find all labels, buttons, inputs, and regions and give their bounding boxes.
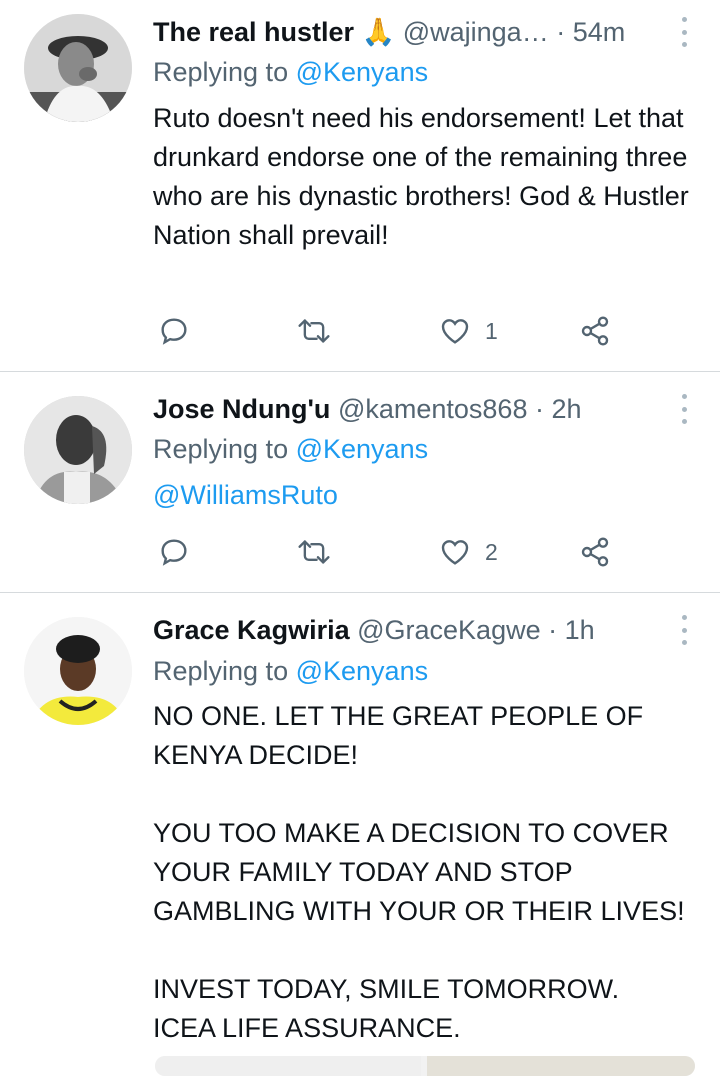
avatar[interactable] (24, 617, 132, 725)
handle[interactable]: @wajinga… (403, 17, 549, 47)
share-button[interactable] (579, 311, 611, 351)
tweet-text: Ruto doesn't need his endorsement! Let t… (153, 103, 697, 250)
more-vertical-icon[interactable] (676, 394, 692, 424)
tweet-actions: 2 (0, 532, 720, 572)
praying-hands-emoji: 🙏 (361, 17, 396, 47)
replying-to: Replying to @Kenyans (153, 656, 429, 686)
reply-icon (161, 539, 187, 566)
tweet-header: Grace Kagwiria @GraceKagwe · 1h (153, 610, 660, 650)
tweet-actions: 1 (0, 311, 720, 351)
tweet-3[interactable]: Grace Kagwiria @GraceKagwe · 1h Replying… (0, 593, 720, 1066)
reply-button[interactable] (158, 532, 190, 572)
replying-to: Replying to @Kenyans (153, 434, 429, 464)
timestamp[interactable]: · 54m (556, 17, 625, 47)
heart-icon (441, 319, 469, 344)
reply-button[interactable] (158, 311, 190, 351)
display-name[interactable]: Grace Kagwiria (153, 615, 350, 645)
avatar[interactable] (24, 396, 132, 504)
like-count: 2 (485, 538, 498, 565)
tweet-header: Jose Ndung'u @kamentos868 · 2h (153, 389, 660, 429)
share-icon (581, 537, 609, 567)
replying-to-mention[interactable]: @Kenyans (296, 434, 428, 464)
tweet-1[interactable]: The real hustler 🙏 @wajinga… · 54m Reply… (0, 0, 720, 372)
share-button[interactable] (579, 532, 611, 572)
display-name[interactable]: The real hustler (153, 17, 354, 47)
tweet-text: NO ONE. LET THE GREAT PEOPLE OF KENYA DE… (153, 701, 685, 1043)
display-name[interactable]: Jose Ndung'u (153, 394, 330, 424)
retweet-button[interactable] (297, 311, 331, 351)
tweet-header: The real hustler 🙏 @wajinga… · 54m (153, 12, 660, 52)
avatar[interactable] (24, 14, 132, 122)
heart-icon (441, 540, 469, 565)
like-button[interactable]: 2 (439, 532, 498, 572)
tweet-2[interactable]: Jose Ndung'u @kamentos868 · 2h Replying … (0, 372, 720, 592)
retweet-button[interactable] (297, 532, 331, 572)
handle[interactable]: @kamentos868 (338, 394, 528, 424)
replying-to: Replying to @Kenyans (153, 57, 429, 87)
like-button[interactable]: 1 (439, 311, 498, 351)
replying-to-mention[interactable]: @Kenyans (296, 57, 428, 87)
more-vertical-icon[interactable] (676, 17, 692, 47)
tweet-mention-link[interactable]: @WilliamsRuto (153, 476, 696, 515)
retweet-icon (298, 319, 330, 343)
handle[interactable]: @GraceKagwe (357, 615, 541, 645)
replying-to-mention[interactable]: @Kenyans (296, 656, 428, 686)
reply-icon (161, 318, 187, 345)
media-preview[interactable] (155, 1056, 695, 1076)
media-image-right[interactable] (427, 1056, 695, 1076)
share-icon (581, 316, 609, 346)
like-count: 1 (485, 317, 498, 344)
timestamp[interactable]: · 1h (548, 615, 595, 645)
retweet-icon (298, 540, 330, 564)
media-image-left[interactable] (155, 1056, 421, 1076)
timestamp[interactable]: · 2h (535, 394, 582, 424)
more-vertical-icon[interactable] (676, 615, 692, 645)
